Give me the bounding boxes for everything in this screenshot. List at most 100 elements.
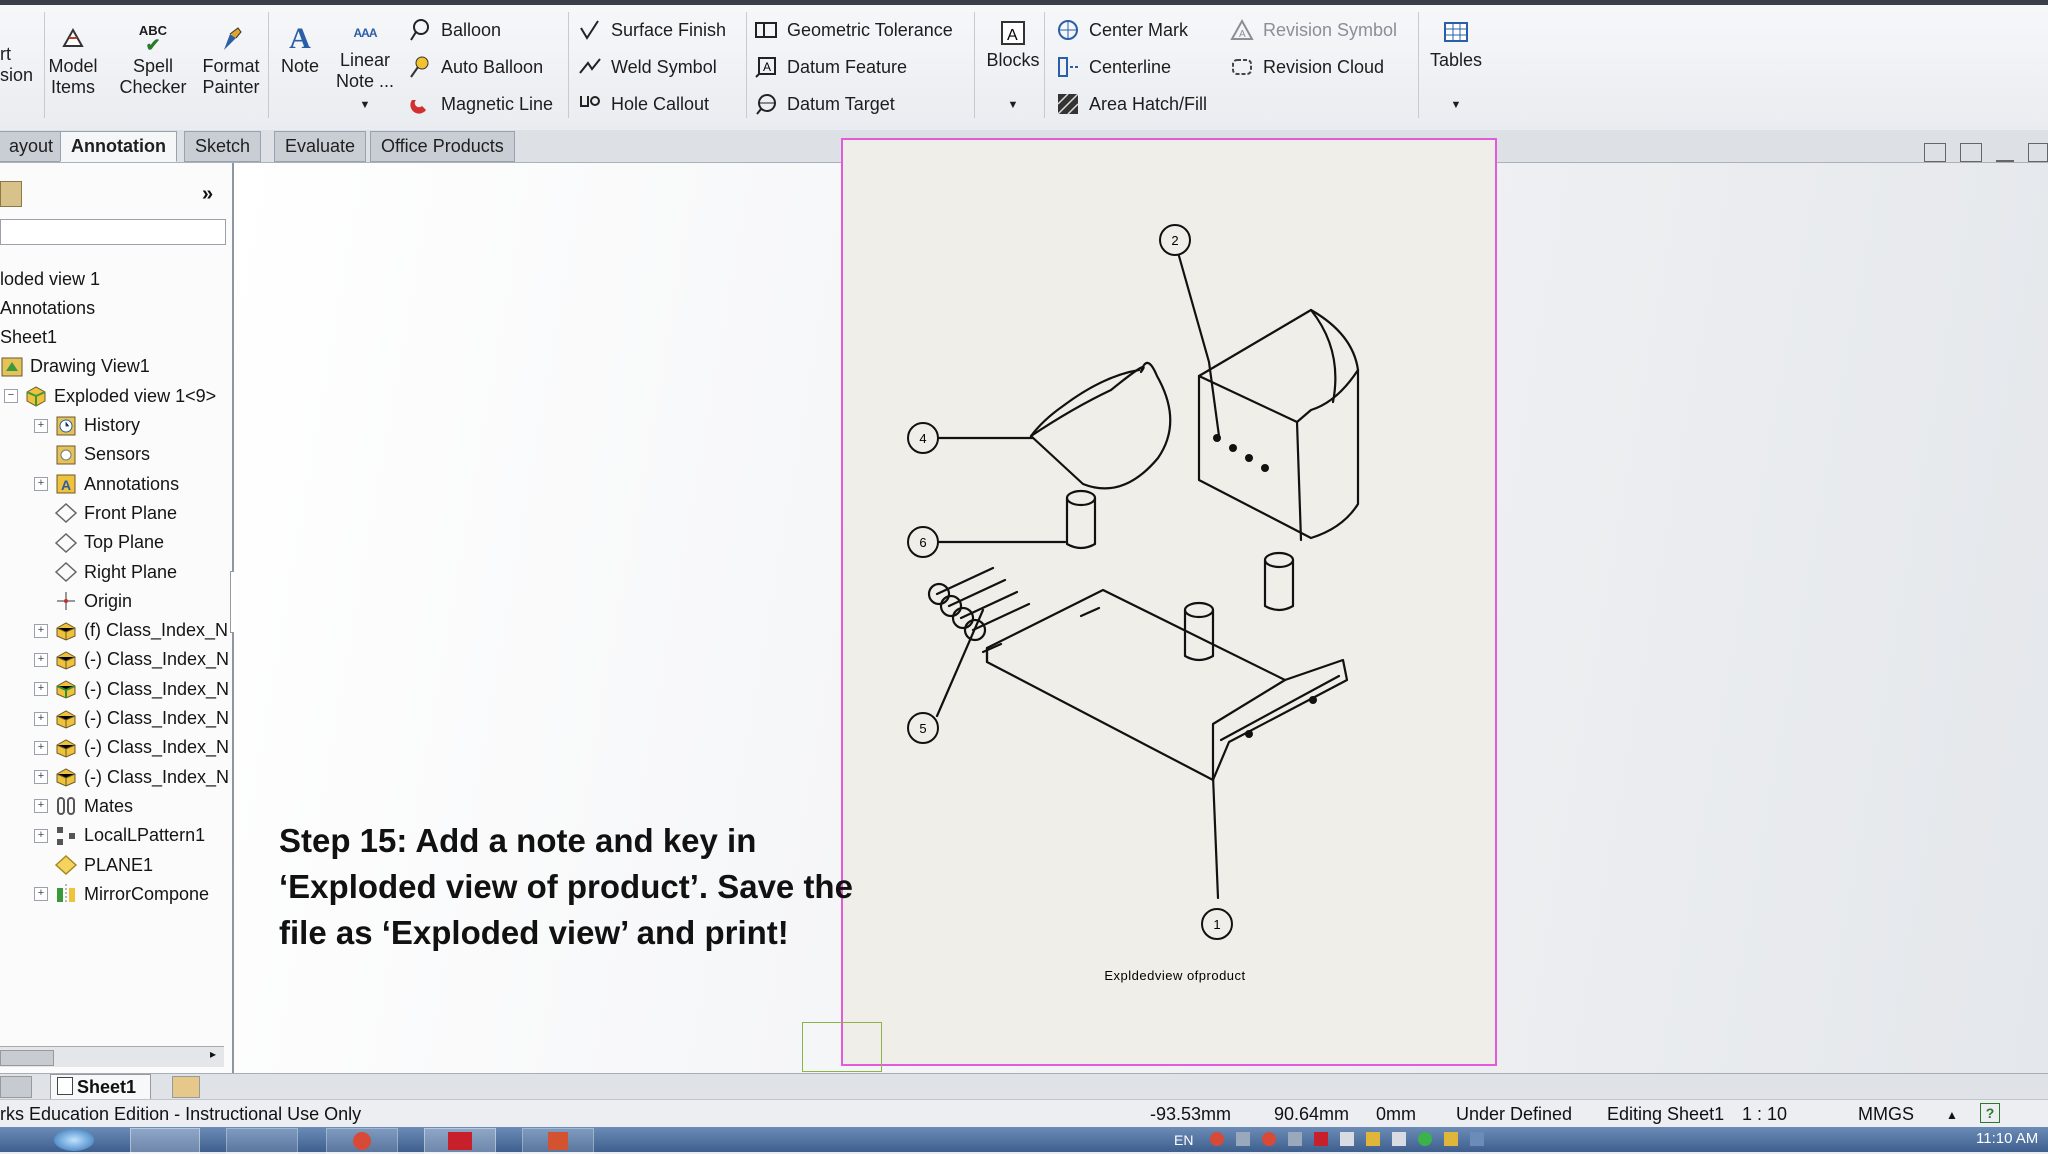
- magnetic-line-button[interactable]: Magnetic Line: [408, 90, 553, 118]
- tree-item[interactable]: PLANE1: [34, 851, 153, 879]
- tree-item[interactable]: + (-) Class_Index_N: [34, 705, 229, 733]
- units-up-arrow-icon[interactable]: ▲: [1946, 1108, 1958, 1122]
- tab-layout[interactable]: ayout: [0, 131, 65, 162]
- start-button-icon[interactable]: [54, 1129, 94, 1151]
- tree-item[interactable]: + (f) Class_Index_N: [34, 617, 228, 645]
- tree-item[interactable]: + LocalLPattern1: [34, 822, 205, 850]
- balloon-2[interactable]: 2: [1159, 224, 1191, 256]
- centerline-button[interactable]: Centerline: [1056, 53, 1171, 81]
- tab-scroll-icon[interactable]: [0, 1076, 32, 1098]
- help-icon[interactable]: ?: [1980, 1103, 2000, 1123]
- expand-icon[interactable]: +: [34, 623, 48, 638]
- unit-system[interactable]: MMGS: [1858, 1104, 1914, 1125]
- roller-pins[interactable]: [927, 566, 1031, 642]
- language-indicator[interactable]: EN: [1174, 1132, 1193, 1148]
- tree-item[interactable]: + A Annotations: [34, 470, 179, 498]
- tab-office-products[interactable]: Office Products: [370, 131, 515, 162]
- balloon-6[interactable]: 6: [907, 526, 939, 558]
- revision-cloud-button[interactable]: Revision Cloud: [1230, 53, 1384, 81]
- tree-filter-input[interactable]: [0, 219, 226, 245]
- curved-plate-part[interactable]: [1029, 361, 1172, 490]
- note-button[interactable]: A Note: [276, 24, 324, 77]
- tree-item[interactable]: + (-) Class_Index_N: [34, 646, 229, 674]
- add-sheet-icon[interactable]: [172, 1076, 200, 1098]
- area-hatch-button[interactable]: Area Hatch/Fill: [1056, 90, 1207, 118]
- restore-icon[interactable]: [2028, 143, 2048, 162]
- expand-icon[interactable]: +: [34, 711, 48, 726]
- tree-horizontal-scrollbar[interactable]: ▸: [0, 1046, 224, 1067]
- split-view-vertical-icon[interactable]: [1960, 143, 1982, 162]
- chevron-down-icon[interactable]: ▼: [360, 99, 371, 111]
- tree-item[interactable]: + (-) Class_Index_N: [34, 734, 229, 762]
- partial-button[interactable]: rt sion: [0, 44, 34, 86]
- expand-icon[interactable]: +: [34, 887, 48, 902]
- auto-balloon-button[interactable]: Auto Balloon: [408, 53, 543, 81]
- expand-icon[interactable]: +: [34, 828, 48, 843]
- balloon-button[interactable]: Balloon: [408, 16, 501, 44]
- scroll-right-arrow-icon[interactable]: ▸: [210, 1047, 216, 1061]
- chevron-down-icon[interactable]: ▼: [1451, 99, 1462, 111]
- balloon-1[interactable]: 1: [1201, 908, 1233, 940]
- tree-item[interactable]: + (-) Class_Index_N: [34, 763, 229, 791]
- tree-item[interactable]: Top Plane: [34, 529, 164, 557]
- tree-toolbar-icon[interactable]: [0, 181, 22, 207]
- surface-finish-button[interactable]: Surface Finish: [578, 16, 726, 44]
- expand-icon[interactable]: +: [34, 770, 48, 785]
- system-tray[interactable]: [1210, 1132, 1790, 1146]
- datum-feature-button[interactable]: A Datum Feature: [754, 53, 907, 81]
- tree-item[interactable]: − Exploded view 1<9>: [4, 382, 216, 410]
- spell-checker-button[interactable]: ABC ✔ Spell Checker: [116, 24, 190, 98]
- tables-button[interactable]: Tables ▼: [1424, 18, 1488, 116]
- drawing-sheet[interactable]: 2 4 6 5 1 Expldedview ofproduct: [841, 138, 1497, 1066]
- expand-icon[interactable]: +: [34, 682, 48, 697]
- tree-item[interactable]: loded view 1: [0, 265, 100, 293]
- taskbar-explorer-icon[interactable]: [130, 1128, 200, 1154]
- standoff-part[interactable]: [1065, 489, 1097, 550]
- blocks-button[interactable]: A Blocks ▼: [982, 18, 1044, 116]
- datum-target-button[interactable]: Datum Target: [754, 90, 895, 118]
- chevron-down-icon[interactable]: ▼: [1008, 99, 1019, 111]
- hole-callout-button[interactable]: Hole Callout: [578, 90, 709, 118]
- expand-panel-icon[interactable]: »: [202, 183, 213, 206]
- tree-item[interactable]: Sheet1: [0, 324, 57, 352]
- tab-sketch[interactable]: Sketch: [184, 131, 262, 162]
- tree-item[interactable]: Drawing View1: [0, 353, 150, 381]
- tree-item[interactable]: + MirrorCompone: [34, 880, 209, 908]
- base-plate-part[interactable]: [981, 588, 1349, 782]
- geometric-tolerance-button[interactable]: Geometric Tolerance: [754, 16, 953, 44]
- taskbar-solidworks-icon[interactable]: [424, 1128, 496, 1154]
- expand-icon[interactable]: +: [34, 799, 48, 814]
- tree-item[interactable]: Sensors: [34, 441, 150, 469]
- collapse-icon[interactable]: −: [4, 389, 18, 404]
- expand-icon[interactable]: +: [34, 740, 48, 755]
- expand-icon[interactable]: +: [34, 477, 48, 492]
- expand-icon[interactable]: +: [34, 652, 48, 667]
- box-part[interactable]: [1197, 308, 1360, 542]
- linear-note-button[interactable]: AAA Linear Note ... ▼: [332, 18, 398, 116]
- balloon-5[interactable]: 5: [907, 712, 939, 744]
- taskbar-powerpoint-icon[interactable]: [522, 1128, 594, 1154]
- standoff-part[interactable]: [1263, 551, 1295, 612]
- tree-item[interactable]: + Mates: [34, 792, 133, 820]
- sheet-scale[interactable]: 1 : 10: [1742, 1104, 1787, 1125]
- scrollbar-thumb[interactable]: [0, 1050, 54, 1066]
- taskbar-app-icon[interactable]: [226, 1128, 298, 1154]
- tab-evaluate[interactable]: Evaluate: [274, 131, 367, 162]
- tree-item[interactable]: + (-) Class_Index_N: [34, 675, 229, 703]
- format-painter-button[interactable]: Format Painter: [196, 24, 266, 98]
- tree-item[interactable]: Right Plane: [34, 558, 177, 586]
- taskbar-chrome-icon[interactable]: [326, 1128, 398, 1154]
- model-items-button[interactable]: Model Items: [44, 24, 102, 98]
- center-mark-button[interactable]: Center Mark: [1056, 16, 1188, 44]
- tree-item[interactable]: Annotations: [0, 294, 95, 322]
- tree-item[interactable]: Origin: [34, 587, 132, 615]
- revision-symbol-button[interactable]: A Revision Symbol: [1230, 16, 1397, 44]
- weld-symbol-button[interactable]: Weld Symbol: [578, 53, 717, 81]
- balloon-4[interactable]: 4: [907, 422, 939, 454]
- expand-icon[interactable]: +: [34, 418, 48, 433]
- tree-item[interactable]: Front Plane: [34, 499, 177, 527]
- drawing-caption-note[interactable]: Expldedview ofproduct: [1104, 968, 1245, 983]
- sheet-tab-sheet1[interactable]: Sheet1: [50, 1074, 152, 1100]
- split-view-icon[interactable]: [1924, 143, 1946, 162]
- minimize-icon[interactable]: [1996, 150, 2014, 162]
